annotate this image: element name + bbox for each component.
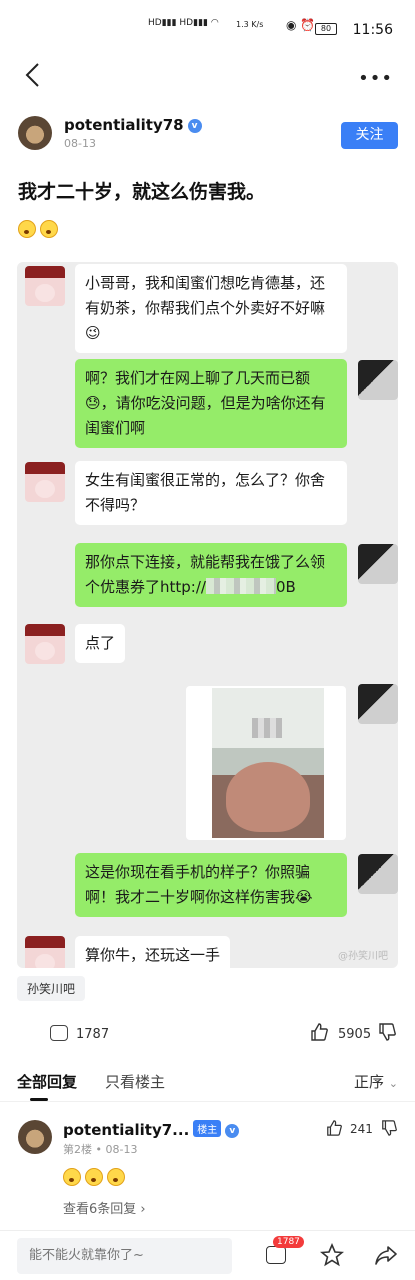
like-icon[interactable]	[326, 1120, 342, 1136]
post-actions: 1787 5905	[0, 1018, 415, 1052]
follow-button[interactable]: 关注	[341, 122, 398, 149]
share-icon[interactable]	[374, 1243, 398, 1267]
comment-count-badge: 1787	[273, 1236, 304, 1248]
dislike-icon[interactable]	[381, 1120, 397, 1136]
shocked-emoji-icon	[85, 1168, 103, 1186]
forum-tag[interactable]: 孙笑川吧	[17, 976, 86, 1001]
avatar	[358, 854, 398, 894]
reply-author[interactable]: potentiality7...	[63, 1121, 189, 1139]
shocked-emoji-icon	[18, 220, 36, 238]
avatar	[25, 266, 65, 306]
more-icon[interactable]: •••	[358, 68, 393, 89]
chat-message: 算你牛，还玩这一手	[75, 936, 231, 968]
network-speed: 1.3 K/s	[236, 20, 264, 29]
emoji-row	[18, 220, 62, 242]
op-badge: 楼主	[193, 1120, 222, 1137]
reply-like-count[interactable]: 241	[350, 1122, 373, 1136]
post-author: potentiality78 v 08-13 关注	[18, 112, 398, 156]
bottom-bar: 1787	[0, 1230, 415, 1280]
chat-screenshot[interactable]: 小哥哥，我和闺蜜们想吃肯德基，还有奶茶，你帮我们点个外卖好不好嘛😉 啊？我们才在…	[17, 262, 398, 968]
shocked-emoji-icon	[107, 1168, 125, 1186]
mosaic-blur	[252, 718, 282, 738]
avatar	[358, 684, 398, 724]
chat-message: 女生有闺蜜很正常的，怎么了？你舍不得吗？	[75, 461, 347, 525]
tab-underline	[30, 1098, 48, 1101]
dislike-icon[interactable]	[378, 1023, 396, 1041]
reply-tabs: 全部回复 只看楼主 正序 ⌄	[0, 1068, 415, 1102]
star-icon[interactable]	[320, 1243, 344, 1267]
author-name[interactable]: potentiality78	[64, 116, 184, 134]
reply-input[interactable]	[17, 1238, 232, 1274]
comment-icon[interactable]	[266, 1246, 286, 1264]
verified-icon: v	[187, 119, 202, 133]
tab-op-only[interactable]: 只看楼主	[105, 1071, 165, 1092]
watermark: @孙笑川吧	[338, 951, 388, 962]
sort-dropdown[interactable]: 正序 ⌄	[354, 1071, 398, 1092]
message-text-end: 0B	[275, 578, 296, 596]
shocked-emoji-icon	[40, 220, 58, 238]
chevron-down-icon: ⌄	[388, 1077, 398, 1090]
avatar[interactable]	[18, 1120, 52, 1154]
post-title: 我才二十岁，就这么伤害我。	[18, 181, 266, 203]
reply-content	[63, 1168, 129, 1190]
chat-image-message	[186, 686, 346, 840]
top-nav: •••	[0, 58, 415, 94]
chat-message: 啊？我们才在网上聊了几天而已额😓，请你吃没问题，但是为啥你还有闺蜜们啊	[75, 359, 347, 448]
reply-date: 08-13	[105, 1143, 138, 1156]
author-name-row[interactable]: potentiality78 v	[64, 116, 202, 134]
reply-item: potentiality7... 楼主 v 第2楼 • 08-13 241 查看6条…	[0, 1110, 415, 1225]
back-icon[interactable]	[22, 62, 44, 88]
chat-message: 小哥哥，我和闺蜜们想吃肯德基，还有奶茶，你帮我们点个外卖好不好嘛😉	[75, 264, 347, 353]
sort-label: 正序	[353, 1073, 384, 1091]
avatar	[358, 544, 398, 584]
avatar	[25, 462, 65, 502]
comment-count[interactable]: 1787	[76, 1027, 109, 1042]
like-icon[interactable]	[310, 1023, 328, 1041]
avatar[interactable]	[18, 116, 52, 150]
chat-message: 这是你现在看手机的样子？你照骗啊！我才二十岁啊你这样伤害我😭	[75, 853, 347, 917]
verified-icon: v	[225, 1124, 240, 1138]
avatar	[25, 624, 65, 664]
view-more-replies[interactable]: 查看6条回复 ›	[63, 1198, 146, 1217]
comment-icon[interactable]	[50, 1025, 68, 1041]
post-date: 08-13	[64, 137, 96, 150]
like-count[interactable]: 5905	[338, 1027, 371, 1042]
chat-message: 那你点下连接，就能帮我在饿了么领个优惠券了http://0B	[75, 543, 347, 607]
tab-all-replies[interactable]: 全部回复	[17, 1071, 77, 1092]
status-bar: HD▮▮▮ HD▮▮▮ ◠ 1.3 K/s ◉ ⏰ 80 11:56	[0, 0, 415, 58]
reply-floor: 第2楼	[63, 1143, 92, 1156]
chat-message: 点了	[75, 624, 126, 663]
blurred-link	[205, 578, 276, 594]
clock: 11:56	[352, 22, 393, 38]
eye-icon: ◉ ⏰	[286, 18, 316, 32]
avatar	[358, 360, 398, 400]
reply-author-row[interactable]: potentiality7... 楼主 v	[63, 1120, 240, 1139]
battery-icon: 80	[315, 23, 337, 35]
signal-icon: HD▮▮▮ HD▮▮▮ ◠	[148, 18, 219, 28]
shocked-emoji-icon	[63, 1168, 81, 1186]
reply-meta: 第2楼 • 08-13	[63, 1143, 138, 1156]
avatar	[25, 936, 65, 968]
selfie-photo	[212, 688, 324, 838]
view-more-label: 查看6条回复	[63, 1202, 137, 1217]
